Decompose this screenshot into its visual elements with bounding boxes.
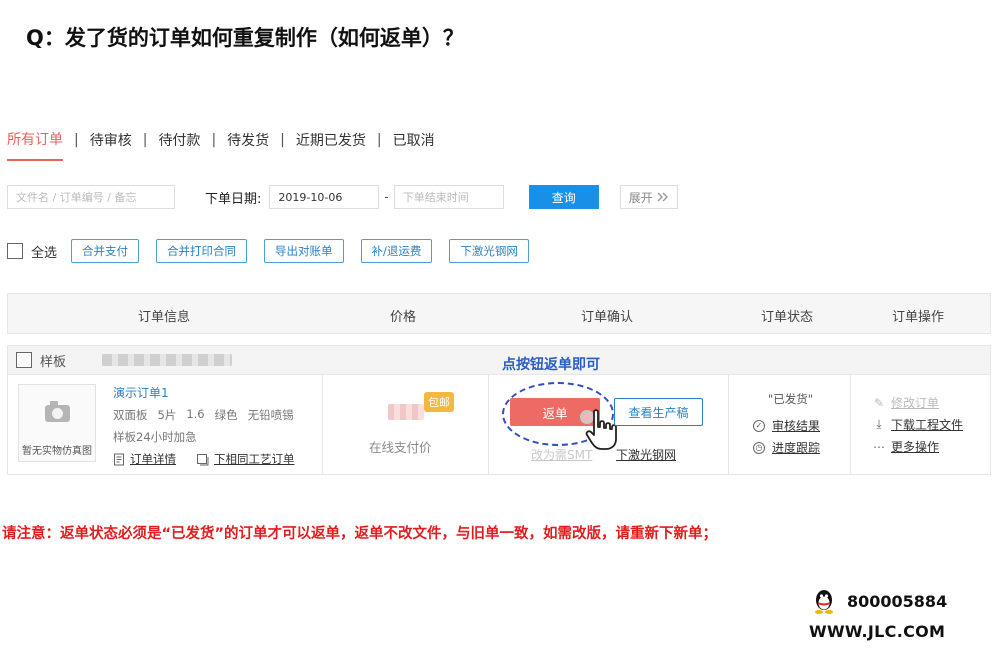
header-order-status: 订单状态 [761, 310, 814, 325]
spec-color: 绿色 [214, 408, 238, 422]
tab-separator: | [376, 132, 382, 148]
header-order-operation: 订单操作 [892, 310, 945, 325]
column-divider [850, 375, 851, 474]
contact-website: WWW.JLC.COM [809, 622, 946, 641]
download-project-file-link[interactable]: 下载工程文件 [891, 416, 963, 433]
order-addon: 样板24小时加急 [113, 430, 197, 444]
column-divider [322, 375, 323, 474]
header-price: 价格 [390, 310, 417, 325]
notice-text: 请注意：返单状态必须是“已发货”的订单才可以返单，返单不改文件，与旧单一致，如需… [2, 526, 718, 542]
more-operations-link[interactable]: 更多操作 [891, 438, 939, 455]
camera-icon [45, 401, 70, 422]
tab-pending-review[interactable]: 待审核 [90, 130, 132, 160]
download-icon: ⤓ [876, 417, 882, 431]
laser-stencil-link[interactable]: 下激光钢网 [616, 446, 676, 463]
tab-pending-shipment[interactable]: 待发货 [227, 130, 269, 160]
qq-penguin-icon [815, 590, 833, 614]
double-chevron-right-icon [657, 192, 668, 202]
tab-separator: | [142, 132, 148, 148]
page-title: Q：发了货的订单如何重复制作（如何返单）？ [26, 26, 464, 50]
download-file-item: ⤓ 下载工程文件 [872, 416, 963, 433]
order-specs: 双面板 5片 1.6 绿色 无铅喷锡 [113, 407, 294, 423]
spec-layer: 双面板 [113, 408, 148, 422]
tab-separator: | [211, 132, 217, 148]
check-circle-icon: ✓ [753, 419, 765, 432]
search-input[interactable] [7, 185, 175, 209]
shipping-adjust-button[interactable]: 补/退运费 [360, 239, 433, 263]
tab-pending-payment[interactable]: 待付款 [158, 130, 200, 160]
batch-action-row: 全选 合并支付 合并打印合同 导出对账单 补/退运费 下激光钢网 [7, 239, 546, 263]
copy-order-icon [197, 453, 209, 465]
contact-qq-number: 800005884 [847, 592, 948, 611]
order-detail-link[interactable]: 订单详情 [130, 451, 176, 467]
modify-order-link[interactable]: 修改订单 [891, 394, 939, 411]
pencil-icon: ✎ [873, 395, 885, 410]
change-to-smt-link[interactable]: 改为需SMT [531, 446, 592, 463]
search-row: 下单日期: - 查询 展开 [7, 185, 678, 209]
merge-pay-button[interactable]: 合并支付 [71, 239, 140, 263]
header-order-confirm: 订单确认 [581, 310, 634, 325]
price-note: 在线支付价 [369, 440, 432, 455]
column-divider [488, 375, 489, 474]
order-number-blurred [102, 354, 233, 366]
view-production-file-button[interactable]: 查看生产稿 [614, 398, 703, 426]
order-checkbox[interactable] [16, 352, 32, 368]
date-start-input[interactable] [269, 185, 380, 209]
header-order-info: 订单信息 [138, 310, 191, 325]
tab-recently-shipped[interactable]: 近期已发货 [296, 130, 366, 160]
date-end-input[interactable] [393, 185, 504, 209]
review-result-item: ✓ 审核结果 [753, 417, 820, 434]
product-thumbnail: 暂无实物仿真图 [18, 384, 96, 462]
query-button[interactable]: 查询 [528, 185, 599, 209]
progress-track-item: ◷ 进度跟踪 [753, 439, 820, 456]
tab-cancelled[interactable]: 已取消 [393, 130, 435, 160]
date-range-dash: - [384, 190, 389, 204]
tab-separator: | [74, 132, 79, 148]
spec-thickness: 1.6 [186, 407, 205, 421]
tab-all-orders[interactable]: 所有订单 [7, 129, 63, 161]
tab-separator: | [280, 132, 285, 148]
order-info-links: 订单详情 下相同工艺订单 [113, 451, 295, 467]
document-icon [114, 453, 124, 465]
spec-quantity: 5片 [157, 408, 177, 422]
clock-icon: ◷ [753, 441, 765, 454]
order-tabs: 所有订单 | 待审核 | 待付款 | 待发货 | 近期已发货 | 已取消 [7, 129, 435, 161]
order-status-text: "已发货" [768, 392, 814, 406]
free-shipping-badge: 包邮 [424, 392, 454, 412]
laser-stencil-button[interactable]: 下激光钢网 [449, 239, 529, 263]
order-name-link[interactable]: 演示订单1 [113, 384, 169, 401]
same-process-order-link[interactable]: 下相同工艺订单 [214, 451, 295, 467]
select-all-label: 全选 [31, 245, 58, 261]
expand-button[interactable]: 展开 [619, 185, 678, 209]
expand-label: 展开 [628, 190, 653, 205]
progress-track-link[interactable]: 进度跟踪 [772, 439, 820, 456]
select-all-checkbox[interactable] [7, 243, 23, 259]
tutorial-annotation: 点按钮返单即可 [502, 357, 600, 373]
spec-surface: 无铅喷锡 [247, 408, 294, 422]
table-header: 订单信息 价格 订单确认 订单状态 订单操作 [7, 293, 991, 334]
export-statement-button[interactable]: 导出对账单 [264, 239, 344, 263]
order-type-label: 样板 [40, 354, 67, 370]
more-dots-icon: ⋯ [873, 439, 885, 454]
column-divider [728, 375, 729, 474]
order-row: 样板 暂无实物仿真图 演示订单1 双面板 5片 1.6 绿色 无铅喷锡 样板24… [7, 345, 991, 475]
thumbnail-placeholder-text: 暂无实物仿真图 [22, 446, 92, 457]
merge-print-contract-button[interactable]: 合并打印合同 [156, 239, 248, 263]
review-result-link[interactable]: 审核结果 [772, 417, 820, 434]
order-date-label: 下单日期: [205, 191, 262, 207]
more-operations-item: ⋯ 更多操作 [872, 438, 939, 455]
order-row-header: 样板 [8, 346, 990, 375]
price-blurred [388, 404, 424, 420]
modify-order-item: ✎ 修改订单 [872, 394, 939, 411]
